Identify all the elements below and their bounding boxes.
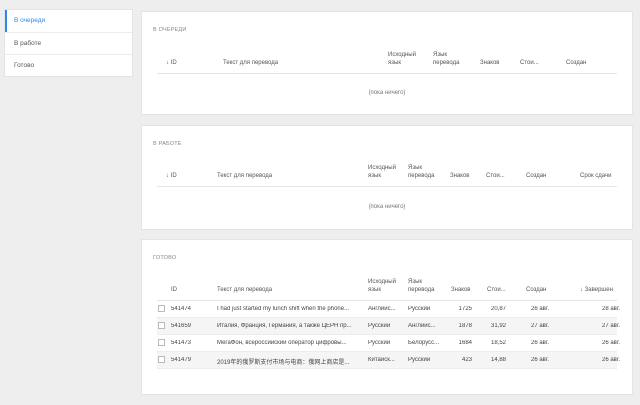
row-text: I had just started my lunch shift when t… (217, 306, 350, 312)
col-text-header[interactable]: Текст для перевода (217, 172, 272, 180)
row-chars: 1725 (458, 306, 472, 312)
done-panel: ГОТОВО ID Текст для перевода Исходный яз… (141, 239, 633, 395)
row-tgt-lang: Белорусс... (408, 340, 440, 346)
queue-panel: В ОЧЕРЕДИ ↓ ID Текст для перевода Исходн… (141, 11, 633, 115)
row-created: 26 авг. (531, 340, 549, 346)
col-tgt-header[interactable]: Язык перевода (408, 164, 442, 180)
table-row[interactable]: 541479 2019年的俄罗斯支付市场与电商：俄网上商店是... Китайс… (157, 352, 620, 369)
row-id: 541479 (171, 357, 192, 363)
row-completed: 28 авг. (602, 306, 620, 312)
sort-down-icon: ↓ (166, 60, 169, 66)
row-completed: 26 авг. (602, 357, 620, 363)
row-id: 541473 (171, 340, 192, 346)
row-id: 541474 (171, 306, 192, 312)
row-cost: 18,52 (490, 340, 506, 346)
col-cost-header[interactable]: Стои... (487, 286, 506, 294)
col-id-header[interactable]: ↓ ID (166, 172, 177, 180)
done-panel-title: ГОТОВО (153, 255, 177, 261)
row-created: 26 авг. (531, 306, 549, 312)
row-text: 2019年的俄罗斯支付市场与电商：俄网上商店是... (217, 360, 350, 366)
row-created: 27 авг. (531, 323, 549, 329)
row-text: Италия, Франция, Германия, а также ЦЕРН … (217, 323, 352, 329)
col-created-header[interactable]: Создан (566, 59, 586, 67)
nav-item-in-progress[interactable]: В работе (5, 32, 132, 54)
in-progress-table-header: ↓ ID Текст для перевода Исходный язык Яз… (157, 161, 617, 187)
row-src-lang: Китайск... (368, 357, 395, 363)
row-cost: 31,92 (490, 323, 506, 329)
col-cost-header[interactable]: Стои... (520, 59, 539, 67)
table-row[interactable]: 541659 Италия, Франция, Германия, а такж… (157, 318, 620, 335)
in-progress-panel: В РАБОТЕ ↓ ID Текст для перевода Исходны… (141, 125, 633, 230)
row-chars: 1878 (458, 323, 472, 329)
col-text-header[interactable]: Текст для перевода (217, 286, 272, 294)
row-src-lang: Русский (368, 323, 391, 329)
status-nav: В очереди В работе Готово (4, 9, 133, 77)
in-progress-panel-title: В РАБОТЕ (153, 141, 182, 147)
row-tgt-lang: Русский (408, 306, 431, 312)
queue-empty-text: (пока ничего) (368, 90, 406, 96)
row-tgt-lang: Английс... (408, 323, 436, 329)
row-src-lang: Русский (368, 340, 391, 346)
col-id-header[interactable]: ID (171, 286, 177, 294)
queue-table-header: ↓ ID Текст для перевода Исходный язык Яз… (157, 48, 617, 74)
row-tgt-lang: Русский (408, 357, 431, 363)
queue-panel-title: В ОЧЕРЕДИ (153, 27, 187, 33)
col-created-header[interactable]: Создан (526, 286, 546, 294)
row-src-lang: Английс... (368, 306, 396, 312)
in-progress-empty-text: (пока ничего) (368, 204, 406, 210)
col-deadline-header[interactable]: Срок сдачи (580, 172, 611, 180)
row-chars: 423 (461, 357, 472, 363)
col-created-header[interactable]: Создан (526, 172, 546, 180)
sort-down-icon: ↓ (580, 287, 583, 293)
col-text-header[interactable]: Текст для перевода (223, 59, 278, 67)
col-src-header[interactable]: Исходный язык (368, 278, 404, 294)
row-id: 541659 (171, 323, 192, 329)
row-cost: 14,88 (490, 357, 506, 363)
col-src-header[interactable]: Исходный язык (368, 164, 404, 180)
done-table-header: ID Текст для перевода Исходный язык Язык… (157, 275, 617, 301)
col-tgt-header[interactable]: Язык перевода (408, 278, 442, 294)
col-chars-header[interactable]: Знаков (450, 172, 470, 180)
table-row[interactable]: 541473 МегаФон, всероссийский оператор ц… (157, 335, 620, 352)
row-checkbox[interactable] (158, 339, 165, 346)
nav-item-done[interactable]: Готово (5, 54, 132, 76)
nav-item-queue[interactable]: В очереди (5, 10, 132, 32)
row-completed: 26 авг. (602, 340, 620, 346)
col-tgt-header[interactable]: Язык перевода (433, 51, 467, 67)
row-completed: 27 авг. (602, 323, 620, 329)
row-cost: 20,87 (490, 306, 506, 312)
row-checkbox[interactable] (158, 356, 165, 363)
sort-down-icon: ↓ (166, 173, 169, 179)
row-checkbox[interactable] (158, 322, 165, 329)
col-src-header[interactable]: Исходный язык (388, 51, 426, 67)
row-checkbox[interactable] (158, 305, 165, 312)
col-cost-header[interactable]: Стои... (486, 172, 505, 180)
table-row[interactable]: 541474 I had just started my lunch shift… (157, 301, 620, 318)
col-chars-header[interactable]: Знаков (480, 59, 500, 67)
col-id-header[interactable]: ↓ ID (166, 59, 177, 67)
col-completed-header[interactable]: ↓ Завершен (580, 286, 613, 294)
row-chars: 1684 (458, 340, 472, 346)
row-created: 26 авг. (531, 357, 549, 363)
col-chars-header[interactable]: Знаков (451, 286, 471, 294)
row-text: МегаФон, всероссийский оператор цифровы.… (217, 340, 347, 346)
